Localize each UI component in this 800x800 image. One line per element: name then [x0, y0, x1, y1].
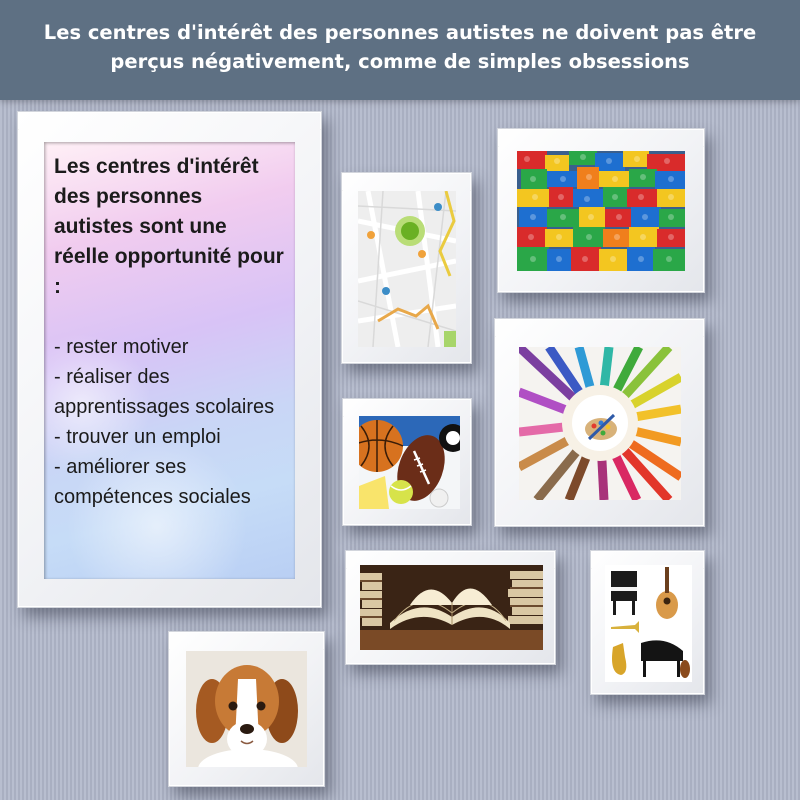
banner-title: Les centres d'intérêt des personnes auti…	[43, 21, 757, 73]
colored-pencils-photo	[519, 347, 681, 500]
pencils-frame	[494, 318, 705, 527]
open-books-photo	[360, 565, 543, 650]
panel-list: - rester motiver - réaliser des apprenti…	[54, 332, 285, 512]
instruments-frame	[590, 550, 705, 695]
map-frame	[341, 172, 472, 364]
books-frame	[345, 550, 556, 665]
panel-heading: Les centres d'intérêt des personnes auti…	[54, 155, 284, 298]
text-frame: Les centres d'intérêt des personnes auti…	[17, 111, 322, 608]
list-item: - améliorer ses compétences sociales	[54, 456, 251, 508]
list-item: - trouver un emploi	[54, 426, 221, 448]
sports-frame	[342, 398, 472, 526]
lego-frame	[497, 128, 705, 293]
lego-bricks-photo	[517, 151, 685, 271]
musical-instruments-photo	[605, 565, 692, 682]
map-photo	[358, 191, 456, 347]
sports-balls-photo	[359, 416, 460, 509]
list-item: - rester motiver	[54, 336, 189, 358]
dog-frame	[168, 631, 325, 787]
header-banner: Les centres d'intérêt des personnes auti…	[0, 0, 800, 100]
text-panel: Les centres d'intérêt des personnes auti…	[44, 142, 295, 579]
list-item: - réaliser des apprentissages scolaires	[54, 366, 275, 418]
beagle-puppy-photo	[186, 651, 307, 767]
